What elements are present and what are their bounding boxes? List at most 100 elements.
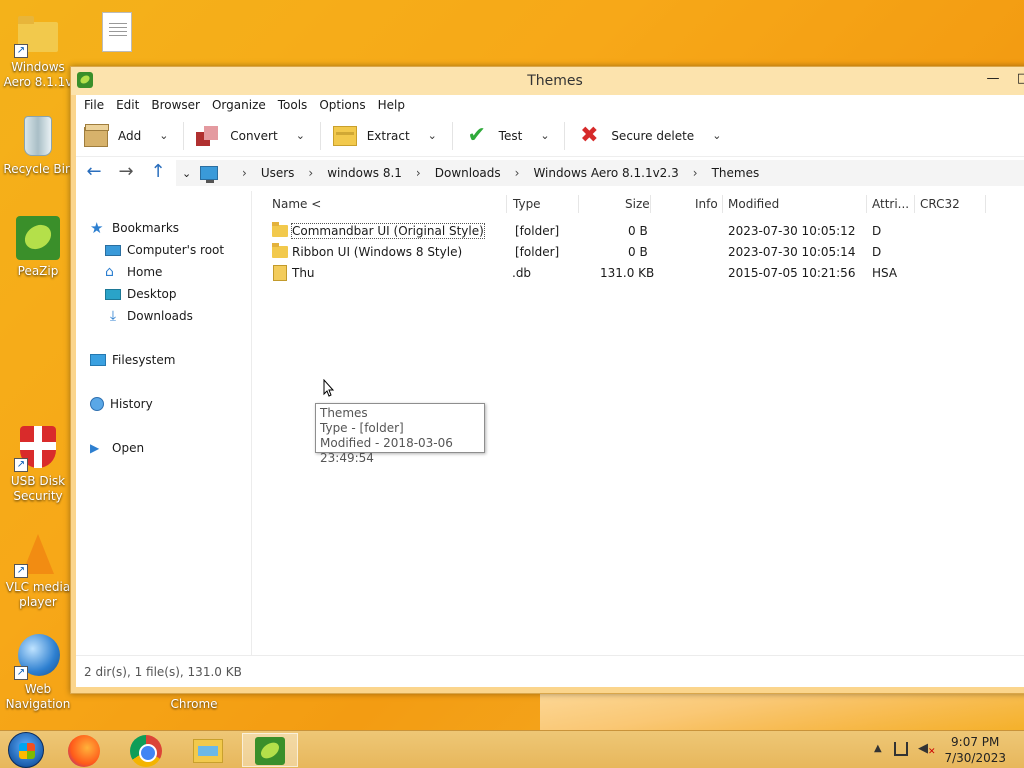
desktop-icon-web-navigation[interactable]: ↗ Web Navigation (0, 632, 76, 712)
column-divider[interactable] (578, 195, 579, 213)
breadcrumb-separator[interactable]: › (298, 166, 323, 180)
window-title: Themes (527, 73, 583, 89)
computer-icon[interactable] (200, 166, 218, 183)
file-name[interactable]: Thu (292, 266, 315, 280)
file-modified: 2023-07-30 10:05:12 (728, 224, 856, 238)
sidebar-item-label: Home (127, 265, 163, 279)
sidebar-item-desktop[interactable]: Desktop (105, 287, 177, 301)
content-area: ★ Bookmarks Computer's root ⌂ Home Deskt… (76, 191, 1024, 687)
title-bar[interactable]: Themes — □ (71, 67, 1024, 95)
column-header-attributes[interactable]: Attri... (872, 197, 909, 211)
menu-edit[interactable]: Edit (111, 98, 146, 112)
taskbar: ▲ ◀ ✕ 9:07 PM 7/30/2023 (0, 730, 1024, 768)
secure-delete-button[interactable]: ✖ Secure delete ⌄ (569, 120, 732, 152)
column-divider[interactable] (914, 195, 915, 213)
desktop-icon-usb-disk-security[interactable]: ↗ USB Disk Security (0, 424, 76, 504)
extract-button[interactable]: Extract ⌄ (325, 120, 448, 152)
menu-browser[interactable]: Browser (146, 98, 207, 112)
show-hidden-icons-icon[interactable]: ▲ (874, 743, 882, 754)
column-divider[interactable] (722, 195, 723, 213)
play-arrow-icon: ▶ (90, 441, 100, 455)
mouse-cursor-icon (323, 379, 335, 397)
taskbar-firefox[interactable] (58, 733, 114, 767)
breadcrumb-windows-aero[interactable]: Windows Aero 8.1.1v2.3 (529, 166, 682, 180)
status-text: 2 dir(s), 1 file(s), 131.0 KB (84, 665, 242, 679)
column-header-modified[interactable]: Modified (728, 197, 779, 211)
monitor-icon (105, 244, 121, 256)
sidebar-item-label: Downloads (127, 309, 193, 323)
start-button[interactable] (8, 732, 44, 768)
file-name[interactable]: Commandbar UI (Original Style) (291, 223, 485, 239)
volume-icon[interactable]: ◀ (918, 741, 928, 756)
sidebar-item-home[interactable]: ⌂ Home (105, 265, 162, 279)
taskbar-file-explorer[interactable] (181, 733, 237, 767)
menu-options[interactable]: Options (314, 98, 372, 112)
breadcrumb-separator[interactable]: › (406, 166, 431, 180)
breadcrumb-users[interactable]: Users (257, 166, 299, 180)
column-header-type[interactable]: Type (513, 197, 541, 211)
desktop-icon-windows-aero[interactable]: ↗ Windows Aero 8.1.1v (0, 10, 76, 90)
breadcrumb-separator[interactable]: › (232, 166, 257, 180)
column-header-name[interactable]: Name < (272, 197, 321, 211)
clock[interactable]: 9:07 PM 7/30/2023 (944, 734, 1006, 766)
peazip-icon (255, 737, 285, 765)
peazip-icon (16, 216, 60, 260)
star-icon: ★ (90, 219, 104, 237)
file-name[interactable]: Ribbon UI (Windows 8 Style) (292, 245, 462, 259)
chevron-down-icon[interactable]: ⌄ (540, 129, 554, 142)
sidebar-item-open[interactable]: ▶ Open (90, 441, 144, 455)
convert-icon (196, 125, 220, 146)
chevron-down-icon[interactable]: ⌄ (159, 129, 173, 142)
forward-button[interactable]: → (112, 161, 140, 185)
convert-button[interactable]: Convert ⌄ (188, 120, 315, 152)
desktop-icon-vlc[interactable]: ↗ VLC media player (0, 530, 76, 610)
table-row[interactable]: Ribbon UI (Windows 8 Style) [folder] 0 B… (260, 242, 1024, 263)
column-divider[interactable] (866, 195, 867, 213)
sidebar-item-filesystem[interactable]: Filesystem (90, 353, 175, 367)
sidebar-item-history[interactable]: History (90, 397, 153, 411)
add-button[interactable]: Add ⌄ (76, 120, 179, 152)
sidebar-item-computer-root[interactable]: Computer's root (105, 243, 224, 257)
menu-organize[interactable]: Organize (207, 98, 273, 112)
desktop-icon-peazip[interactable]: PeaZip (0, 214, 76, 279)
column-header-info[interactable]: Info (695, 197, 718, 211)
breadcrumb-themes[interactable]: Themes (708, 166, 764, 180)
column-divider[interactable] (650, 195, 651, 213)
breadcrumb-separator[interactable]: › (505, 166, 530, 180)
chevron-down-icon[interactable]: ⌄ (712, 129, 726, 142)
menu-bar: File Edit Browser Organize Tools Options… (76, 95, 1024, 115)
menu-file[interactable]: File (79, 98, 111, 112)
back-button[interactable]: ← (80, 161, 108, 185)
table-row[interactable]: Thu .db 131.0 KB 2015-07-05 10:21:56 HSA (260, 263, 1024, 284)
column-divider[interactable] (985, 195, 986, 213)
maximize-button[interactable]: □ (1013, 69, 1024, 91)
folder-icon (272, 222, 288, 237)
sidebar-item-downloads[interactable]: ⤓ Downloads (105, 309, 193, 323)
file-modified: 2015-07-05 10:21:56 (728, 266, 856, 280)
toolbar: Add ⌄ Convert ⌄ Extract ⌄ ✔ Test ⌄ ✖ Sec… (76, 115, 1024, 157)
column-header-size[interactable]: Size (625, 197, 650, 211)
breadcrumb-downloads[interactable]: Downloads (431, 166, 505, 180)
taskbar-chrome[interactable] (120, 733, 176, 767)
taskbar-peazip[interactable] (242, 733, 298, 767)
desktop-icon-chrome[interactable]: Chrome (156, 697, 232, 712)
file-modified: 2023-07-30 10:05:14 (728, 245, 856, 259)
column-header-crc32[interactable]: CRC32 (920, 197, 960, 211)
desktop-icon-recycle-bin[interactable]: Recycle Bin (0, 112, 76, 177)
menu-tools[interactable]: Tools (273, 98, 315, 112)
breadcrumb-windows-8-1[interactable]: windows 8.1 (323, 166, 406, 180)
clock-time: 9:07 PM (951, 735, 1000, 749)
column-divider[interactable] (506, 195, 507, 213)
chevron-down-icon[interactable]: ⌄ (428, 129, 442, 142)
up-button[interactable]: ↑ (144, 161, 172, 185)
breadcrumb-separator[interactable]: › (683, 166, 708, 180)
menu-help[interactable]: Help (373, 98, 412, 112)
test-button[interactable]: ✔ Test ⌄ (457, 120, 561, 152)
table-row[interactable]: Commandbar UI (Original Style) [folder] … (260, 221, 1024, 242)
history-dropdown[interactable]: ⌄ (182, 167, 200, 180)
sidebar-item-bookmarks[interactable]: ★ Bookmarks (90, 219, 179, 237)
chevron-down-icon[interactable]: ⌄ (296, 129, 310, 142)
desktop-icon-label: PeaZip (17, 264, 59, 278)
network-icon[interactable] (894, 742, 908, 756)
minimize-button[interactable]: — (983, 69, 1003, 91)
